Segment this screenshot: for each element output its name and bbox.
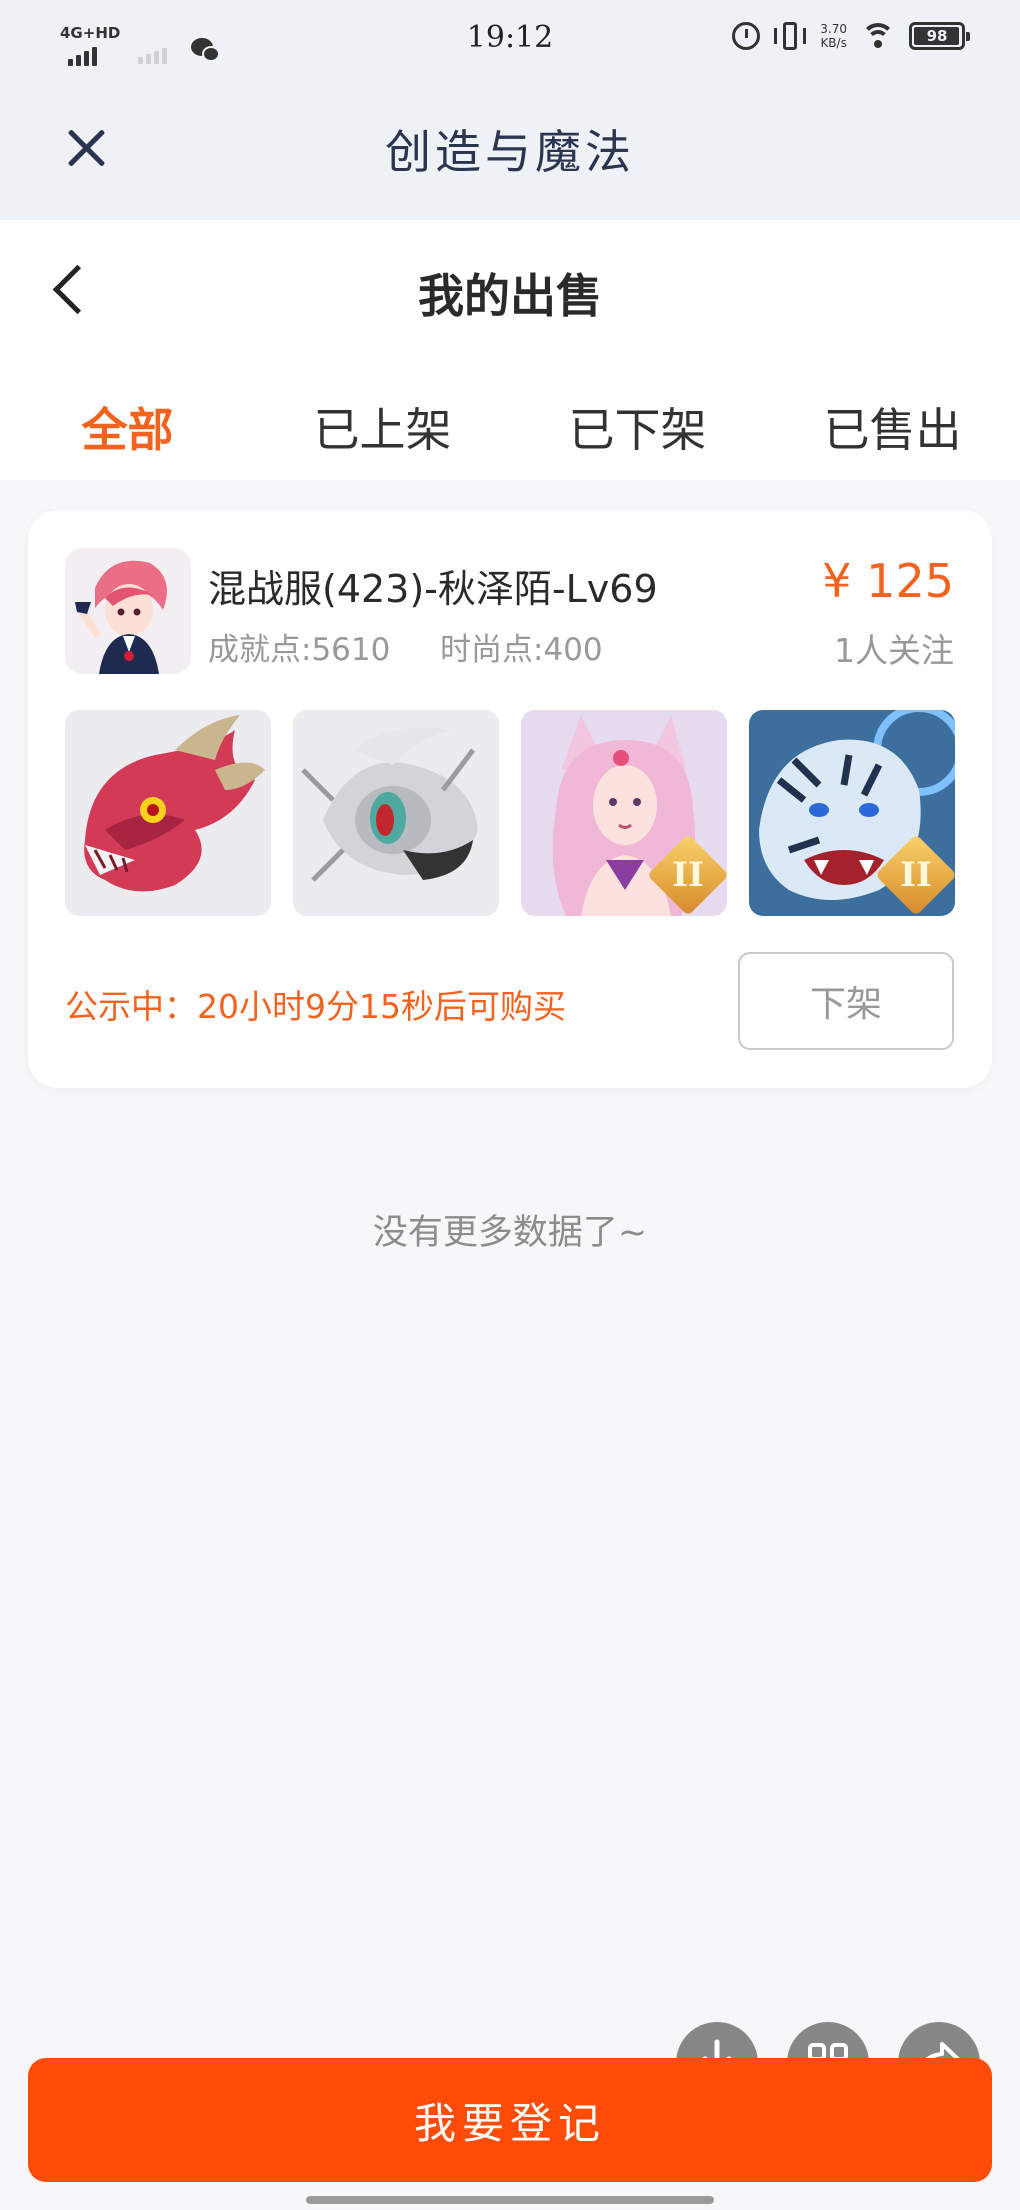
home-indicator[interactable] xyxy=(306,2196,714,2204)
network-speed-value: 3.70 xyxy=(820,22,847,36)
app-title: 创造与魔法 xyxy=(385,125,635,179)
listing-card[interactable]: 混战服(423)-秋泽陌-Lv69 成就点:5610 时尚点:400 ¥ 125… xyxy=(28,510,992,1088)
red-dragon-thumbnail[interactable] xyxy=(65,710,271,916)
app-bar: 创造与魔法 xyxy=(0,78,1020,220)
battery-level: 98 xyxy=(926,27,948,45)
character-avatar xyxy=(65,548,191,674)
achievement-points: 成就点:5610 xyxy=(208,632,391,668)
listing-price: ¥ 125 xyxy=(822,554,954,608)
tier-badge-label: II xyxy=(672,855,704,895)
tab-delisted[interactable]: 已下架 xyxy=(510,390,765,470)
top-area: 4G+HD 19:12 3.70 KB/s 98 创造与魔法 xyxy=(0,0,1020,220)
network-speed-unit: KB/s xyxy=(820,36,847,50)
tab-listed[interactable]: 已上架 xyxy=(255,390,510,470)
status-bar: 4G+HD 19:12 3.70 KB/s 98 xyxy=(0,0,1020,78)
wifi-icon xyxy=(861,23,895,49)
page-title: 我的出售 xyxy=(418,269,602,323)
end-of-list-text: 没有更多数据了~ xyxy=(372,1213,648,1253)
battery-icon: 98 xyxy=(909,22,970,50)
tier-badge-label: II xyxy=(900,855,932,895)
tab-sold[interactable]: 已售出 xyxy=(765,390,1020,470)
item-thumbnails: II II xyxy=(65,710,955,916)
listing-title: 混战服(423)-秋泽陌-Lv69 xyxy=(208,567,658,611)
register-button[interactable]: 我要登记 xyxy=(28,2058,992,2182)
silver-insect-thumbnail[interactable] xyxy=(293,710,499,916)
network-speed: 3.70 KB/s xyxy=(820,22,847,50)
fox-girl-thumbnail[interactable]: II xyxy=(521,710,727,916)
tab-bar: 全部 已上架 已下架 已售出 xyxy=(0,390,1020,470)
page-header: 我的出售 全部 已上架 已下架 已售出 xyxy=(0,220,1020,480)
tab-all[interactable]: 全部 xyxy=(0,390,255,470)
publicity-notice: 公示中：20小时9分15秒后可购买 xyxy=(65,987,566,1026)
blue-tiger-thumbnail[interactable]: II xyxy=(749,710,955,916)
delist-button[interactable]: 下架 xyxy=(738,952,954,1050)
status-right: 3.70 KB/s 98 xyxy=(732,22,970,50)
fashion-points: 时尚点:400 xyxy=(440,632,603,668)
vibrate-icon xyxy=(774,22,807,50)
follower-count: 1人关注 xyxy=(834,631,954,670)
alarm-icon xyxy=(732,22,761,50)
